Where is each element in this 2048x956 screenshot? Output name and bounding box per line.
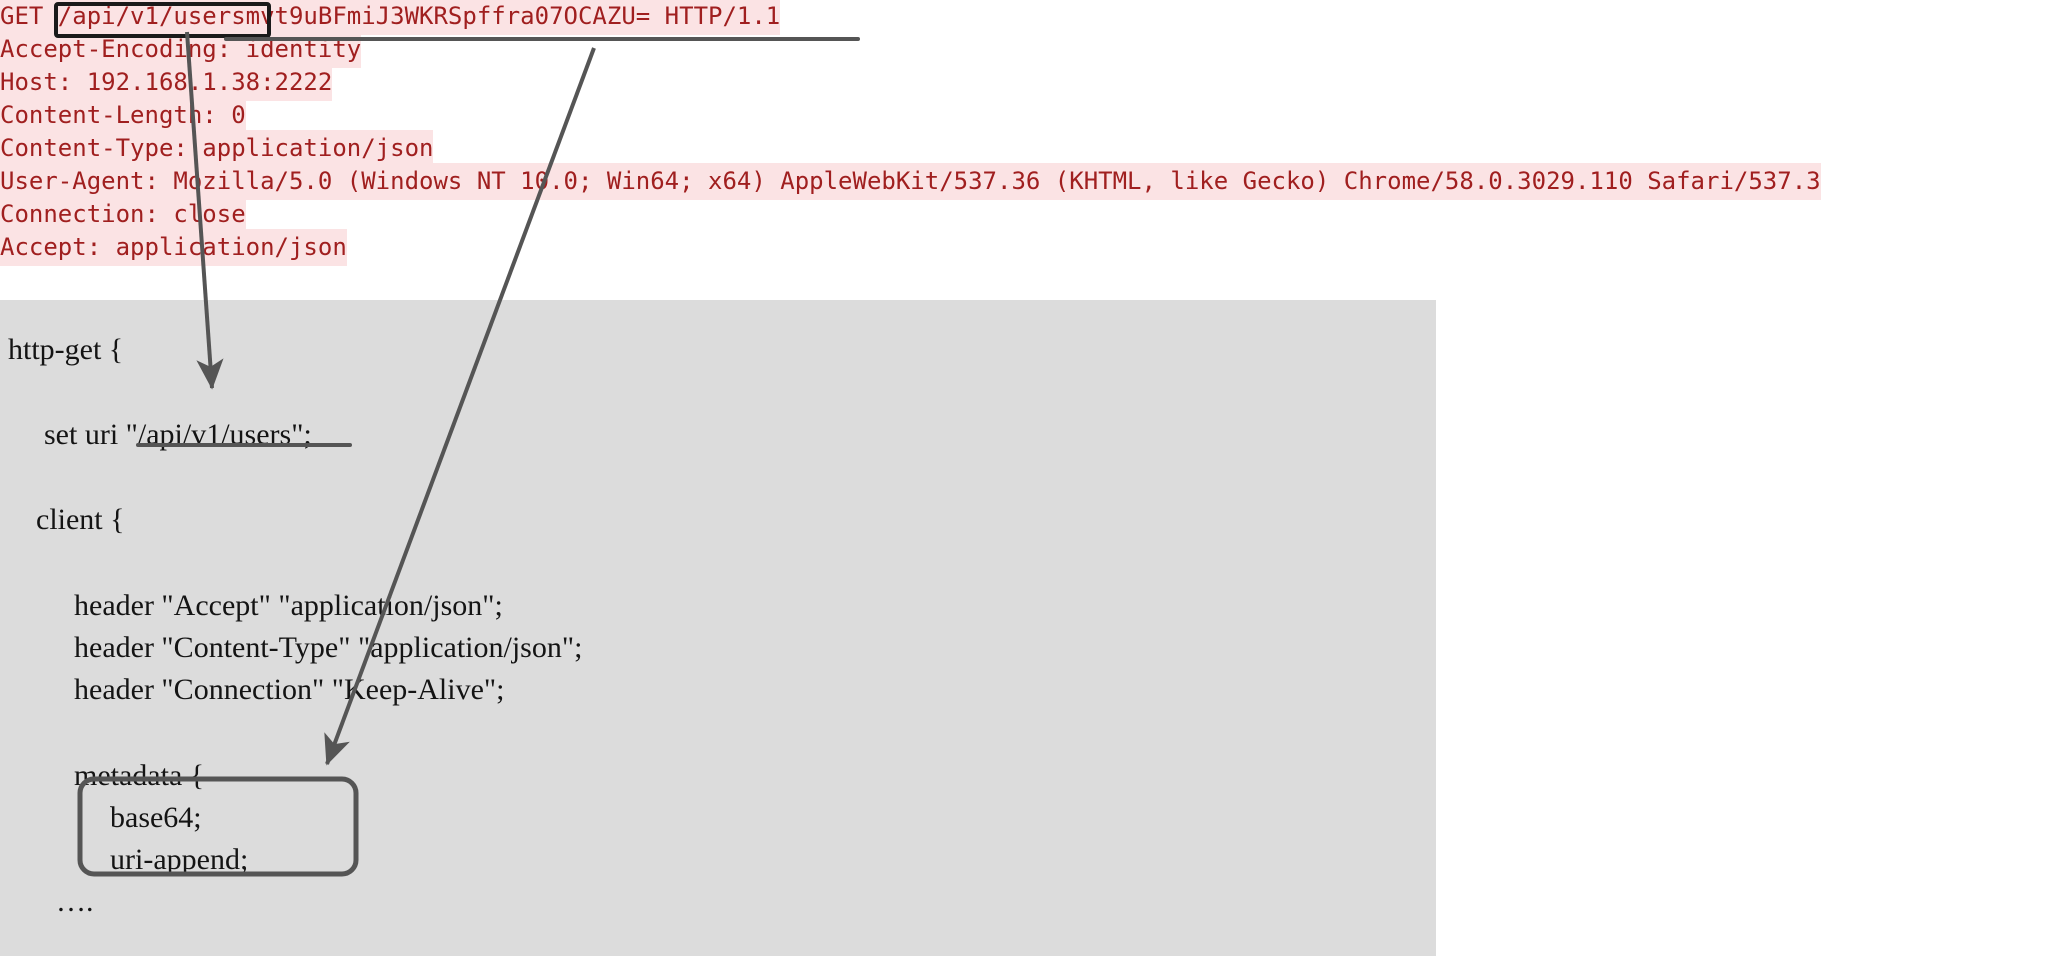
- header-connection-text: Connection: close: [0, 196, 246, 233]
- header-content-length: Content-Length: 0: [0, 97, 2048, 134]
- code-line-set-uri: set uri "/api/v1/users";: [44, 418, 312, 451]
- header-content-type: Content-Type: application/json: [0, 130, 2048, 167]
- header-accept: Accept: application/json: [0, 229, 2048, 266]
- header-content-length-text: Content-Length: 0: [0, 97, 246, 134]
- header-content-type-text: Content-Type: application/json: [0, 130, 434, 167]
- code-line-header-accept: header "Accept" "application/json";: [74, 589, 503, 622]
- code-line-http-get: http-get {: [8, 333, 124, 366]
- header-connection: Connection: close: [0, 196, 2048, 233]
- request-line-text: GET /api/v1/usersmvt9uBFmiJ3WKRSpffra07O…: [0, 0, 781, 35]
- code-line-base64: base64;: [110, 801, 202, 834]
- code-line-ellipsis: ….: [56, 885, 94, 918]
- header-accept-encoding-text: Accept-Encoding: identity: [0, 31, 362, 68]
- header-accept-encoding: Accept-Encoding: identity: [0, 31, 2048, 68]
- code-line-header-content-type: header "Content-Type" "application/json"…: [74, 631, 583, 664]
- code-line-header-connection: header "Connection" "Keep-Alive";: [74, 673, 505, 706]
- header-host: Host: 192.168.1.38:2222: [0, 64, 2048, 101]
- code-line-uri-append: uri-append;: [110, 843, 249, 876]
- header-host-text: Host: 192.168.1.38:2222: [0, 64, 333, 101]
- request-line: GET /api/v1/usersmvt9uBFmiJ3WKRSpffra07O…: [0, 0, 2048, 35]
- code-line-metadata: metadata {: [74, 759, 205, 792]
- http-request-block: GET /api/v1/usersmvt9uBFmiJ3WKRSpffra07O…: [0, 0, 2048, 266]
- header-user-agent-text: User-Agent: Mozilla/5.0 (Windows NT 10.0…: [0, 163, 1821, 200]
- code-line-client: client {: [36, 503, 125, 536]
- header-accept-text: Accept: application/json: [0, 229, 347, 266]
- header-user-agent: User-Agent: Mozilla/5.0 (Windows NT 10.0…: [0, 163, 2048, 200]
- malleable-c2-profile-code-block: http-get { set uri "/api/v1/users"; clie…: [0, 300, 1436, 956]
